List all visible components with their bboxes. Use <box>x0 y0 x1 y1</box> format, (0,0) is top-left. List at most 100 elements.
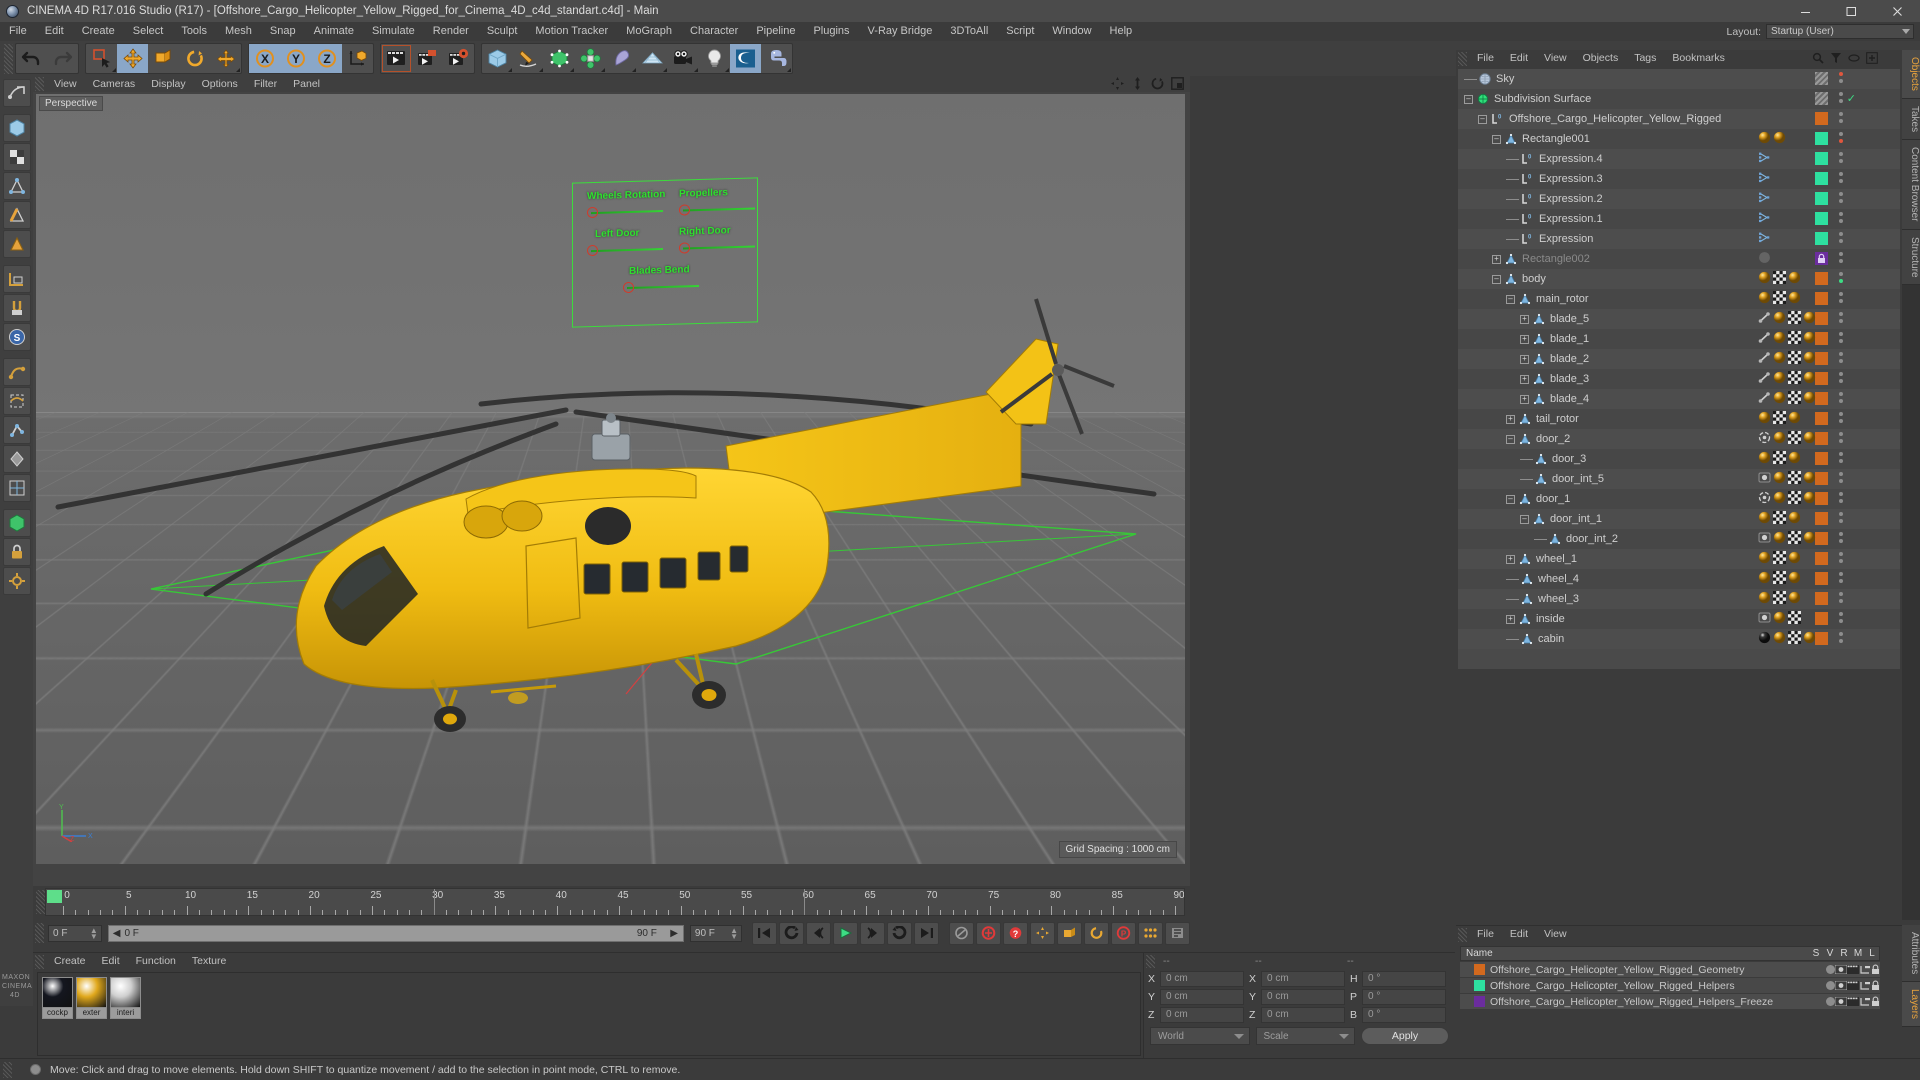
stepper-icon[interactable]: ▲ ▼ <box>730 928 738 940</box>
visibility-dots[interactable] <box>1839 232 1844 246</box>
visibility-dots[interactable] <box>1839 572 1844 586</box>
rig-slider-handle[interactable] <box>623 282 634 293</box>
layer-visible-icon[interactable] <box>1835 981 1847 990</box>
object-row[interactable]: + blade_2 <box>1458 349 1900 369</box>
visibility-dots[interactable] <box>1839 172 1844 186</box>
xpresso-icon[interactable] <box>1758 191 1771 204</box>
visibility-dot[interactable] <box>1839 572 1843 576</box>
material-icon[interactable] <box>1773 531 1786 544</box>
menu-item-motion-tracker[interactable]: Motion Tracker <box>526 22 617 41</box>
coordinate-system-button[interactable] <box>342 44 373 73</box>
layer-color-chip[interactable] <box>1815 292 1828 305</box>
object-row[interactable]: + blade_4 <box>1458 389 1900 409</box>
layer-row[interactable]: Offshore_Cargo_Helicopter_Yellow_Rigged_… <box>1460 994 1880 1009</box>
collapse-icon[interactable]: – <box>1492 135 1501 144</box>
object-name[interactable]: blade_4 <box>1550 393 1589 405</box>
layer-color-chip[interactable] <box>1815 612 1828 625</box>
menu-item-mograph[interactable]: MoGraph <box>617 22 681 41</box>
visibility-dot[interactable] <box>1839 512 1843 516</box>
object-name[interactable]: blade_1 <box>1550 333 1589 345</box>
minimize-button[interactable] <box>1782 0 1828 22</box>
status-grip[interactable] <box>3 1062 12 1078</box>
layer-browse-icon[interactable] <box>1848 52 1860 64</box>
object-name[interactable]: main_rotor <box>1536 293 1589 305</box>
apply-button[interactable]: Apply <box>1361 1027 1449 1045</box>
menu-item-script[interactable]: Script <box>997 22 1043 41</box>
layer-color-chip[interactable] <box>1815 92 1828 105</box>
position-z-field[interactable]: 0 cm <box>1160 1007 1244 1023</box>
z-axis-button[interactable]: Z <box>311 44 342 73</box>
layer-menu-item-edit[interactable]: Edit <box>1502 926 1536 943</box>
visibility-dots[interactable] <box>1839 452 1844 466</box>
object-tree[interactable]: Sky – Subdivision Surface ✓ –0 Offshore_Cargo… <box>1458 69 1900 669</box>
visibility-dot[interactable] <box>1839 299 1843 303</box>
menu-item-character[interactable]: Character <box>681 22 747 41</box>
menu-item-pipeline[interactable]: Pipeline <box>747 22 804 41</box>
edges-mode-icon[interactable] <box>3 201 31 229</box>
visibility-dot[interactable] <box>1839 439 1843 443</box>
polygons-mode-icon[interactable] <box>3 230 31 258</box>
size-z-field[interactable]: 0 cm <box>1261 1007 1345 1023</box>
object-row[interactable]: door_int_5 <box>1458 469 1900 489</box>
layer-color-chip[interactable] <box>1815 552 1828 565</box>
menu-item-file[interactable]: File <box>0 22 36 41</box>
visibility-dot[interactable] <box>1839 552 1843 556</box>
material-icon[interactable] <box>1803 391 1816 404</box>
layer-color-chip[interactable] <box>1815 572 1828 585</box>
rig-slider-handle[interactable] <box>679 204 690 215</box>
rotation-p-field[interactable]: 0 ° <box>1362 989 1446 1005</box>
object-name[interactable]: Expression.3 <box>1539 173 1603 185</box>
visibility-dots[interactable] <box>1839 492 1844 506</box>
layer-color-chip[interactable] <box>1815 312 1828 325</box>
checker-icon[interactable] <box>1788 531 1801 544</box>
uv-icon[interactable] <box>3 474 31 502</box>
visibility-dot[interactable] <box>1839 199 1843 203</box>
object-name[interactable]: Expression <box>1539 233 1593 245</box>
dark-material-icon[interactable] <box>1758 631 1771 644</box>
object-row[interactable]: – body <box>1458 269 1900 289</box>
y-axis-button[interactable]: Y <box>280 44 311 73</box>
visibility-dots[interactable] <box>1839 532 1844 546</box>
object-row[interactable]: – Rectangle001 <box>1458 129 1900 149</box>
layer-color-chip[interactable] <box>1815 152 1828 165</box>
dock-tab-objects[interactable]: Objects <box>1902 50 1920 99</box>
object-row[interactable]: 0 Expression.4 <box>1458 149 1900 169</box>
visibility-dot[interactable] <box>1839 259 1843 263</box>
object-menu-item-objects[interactable]: Objects <box>1575 50 1627 67</box>
workplane-icon[interactable] <box>3 265 31 293</box>
material-icon[interactable] <box>1788 291 1801 304</box>
object-row[interactable]: – door_2 <box>1458 429 1900 449</box>
expand-icon[interactable]: + <box>1506 555 1515 564</box>
material-icon[interactable] <box>1803 331 1816 344</box>
expand-icon[interactable]: + <box>1506 615 1515 624</box>
material-icon[interactable] <box>1773 311 1786 324</box>
checker-icon[interactable] <box>1773 591 1786 604</box>
visibility-dots[interactable] <box>1839 392 1844 406</box>
timeline-row2-grip[interactable] <box>35 923 44 943</box>
layer-color-swatch[interactable] <box>1474 980 1485 991</box>
object-menu-item-bookmarks[interactable]: Bookmarks <box>1664 50 1733 67</box>
record-active-objects-button[interactable] <box>976 922 1001 945</box>
material-icon[interactable] <box>1758 131 1771 144</box>
scene-button[interactable] <box>637 44 668 73</box>
menu-item-mesh[interactable]: Mesh <box>216 22 261 41</box>
object-menu-item-view[interactable]: View <box>1536 50 1575 67</box>
checker-icon[interactable] <box>1788 611 1801 624</box>
lock-icon[interactable] <box>3 538 31 566</box>
material-icon[interactable] <box>1788 511 1801 524</box>
texture-mode-icon[interactable] <box>3 143 31 171</box>
layer-color-chip[interactable] <box>1815 72 1828 85</box>
material-icon[interactable] <box>1773 431 1786 444</box>
material-menu-item-function[interactable]: Function <box>128 953 184 970</box>
material-icon[interactable] <box>1803 491 1816 504</box>
visibility-dot[interactable] <box>1839 452 1843 456</box>
start-frame-field[interactable]: 0 F ▲ ▼ <box>48 925 102 942</box>
perspective-viewport[interactable]: Perspective Wheels Rotation Propellers L… <box>36 94 1185 864</box>
visibility-dot[interactable] <box>1839 279 1843 283</box>
viewport-menu-item-filter[interactable]: Filter <box>246 76 285 92</box>
close-button[interactable] <box>1874 0 1920 22</box>
object-row[interactable]: – Subdivision Surface ✓ <box>1458 89 1900 109</box>
object-row[interactable]: + inside <box>1458 609 1900 629</box>
layer-row[interactable]: Offshore_Cargo_Helicopter_Yellow_Rigged_… <box>1460 978 1880 993</box>
visibility-dot[interactable] <box>1839 399 1843 403</box>
